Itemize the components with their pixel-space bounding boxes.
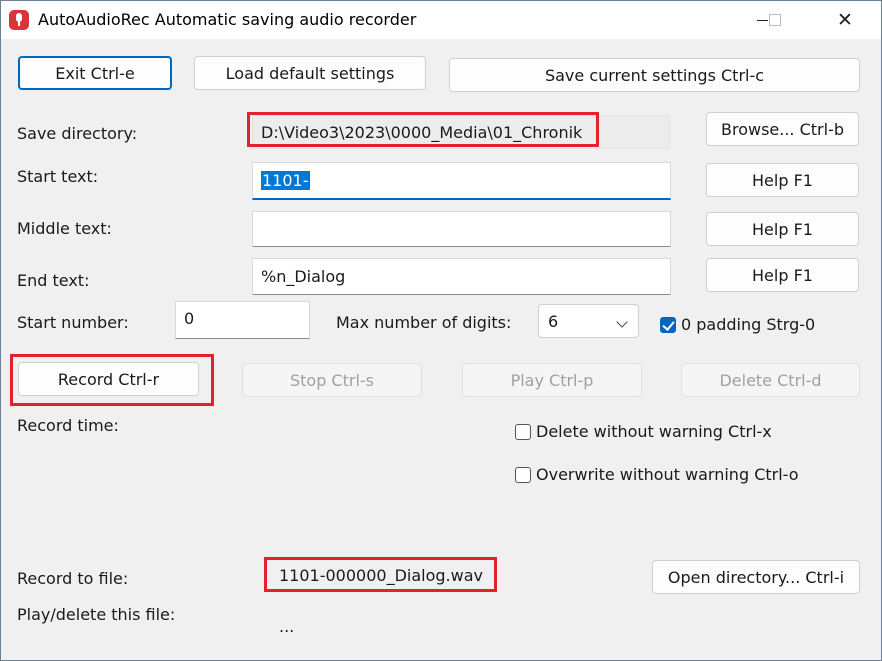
play-delete-file-name: ...: [279, 617, 295, 636]
title-bar[interactable]: AutoAudioRec Automatic saving audio reco…: [1, 1, 881, 39]
delete-without-warning-checkbox[interactable]: Delete without warning Ctrl-x: [515, 422, 772, 441]
stop-button[interactable]: Stop Ctrl-s: [242, 363, 422, 397]
middle-text-input[interactable]: [252, 211, 671, 247]
start-text-input[interactable]: 1101-: [252, 162, 671, 200]
microphone-icon: [9, 10, 29, 30]
play-button[interactable]: Play Ctrl-p: [462, 363, 642, 397]
overwrite-without-warning-checkbox[interactable]: Overwrite without warning Ctrl-o: [515, 465, 799, 484]
checkbox-checked-icon: [660, 316, 676, 333]
start-text-label: Start text:: [17, 167, 99, 186]
close-icon: ✕: [837, 8, 853, 31]
app-window: AutoAudioRec Automatic saving audio reco…: [0, 0, 882, 661]
start-number-label: Start number:: [17, 313, 129, 332]
middle-text-label: Middle text:: [17, 219, 112, 238]
record-button[interactable]: Record Ctrl-r: [18, 362, 199, 396]
maximize-icon: [769, 14, 781, 26]
save-settings-button[interactable]: Save current settings Ctrl-c: [449, 58, 860, 92]
end-text-input[interactable]: %n_Dialog: [252, 258, 671, 295]
save-directory-highlight: [247, 112, 599, 147]
max-digits-select[interactable]: 6: [538, 304, 639, 338]
zero-padding-label: 0 padding Strg-0: [681, 315, 816, 334]
end-text-help-button[interactable]: Help F1: [706, 258, 859, 292]
checkbox-icon: [515, 466, 531, 483]
main-panel: Exit Ctrl-e Load default settings Save c…: [1, 39, 881, 660]
max-digits-value: 6: [548, 311, 559, 331]
end-text-label: End text:: [17, 271, 90, 290]
chevron-down-icon: [616, 316, 628, 328]
delete-without-warning-label: Delete without warning Ctrl-x: [536, 422, 772, 441]
load-defaults-button[interactable]: Load default settings: [194, 56, 426, 90]
start-text-help-button[interactable]: Help F1: [706, 163, 859, 197]
record-time-label: Record time:: [17, 416, 119, 435]
delete-button[interactable]: Delete Ctrl-d: [681, 363, 860, 397]
start-number-input[interactable]: 0: [175, 301, 310, 339]
zero-padding-checkbox[interactable]: 0 padding Strg-0: [660, 315, 815, 334]
open-directory-button[interactable]: Open directory... Ctrl-i: [652, 560, 860, 594]
play-delete-file-label: Play/delete this file:: [17, 605, 176, 624]
record-to-file-label: Record to file:: [17, 569, 129, 588]
overwrite-without-warning-label: Overwrite without warning Ctrl-o: [536, 465, 799, 484]
save-directory-label: Save directory:: [17, 124, 138, 143]
start-text-value: 1101-: [261, 171, 310, 190]
checkbox-icon: [515, 423, 531, 440]
maximize-button[interactable]: [753, 7, 797, 33]
record-file-highlight: [264, 557, 497, 592]
close-button[interactable]: ✕: [823, 7, 867, 33]
browse-button[interactable]: Browse... Ctrl-b: [706, 112, 859, 146]
max-digits-label: Max number of digits:: [336, 313, 512, 332]
exit-button[interactable]: Exit Ctrl-e: [18, 56, 172, 90]
window-title: AutoAudioRec Automatic saving audio reco…: [38, 10, 417, 29]
middle-text-help-button[interactable]: Help F1: [706, 212, 859, 246]
